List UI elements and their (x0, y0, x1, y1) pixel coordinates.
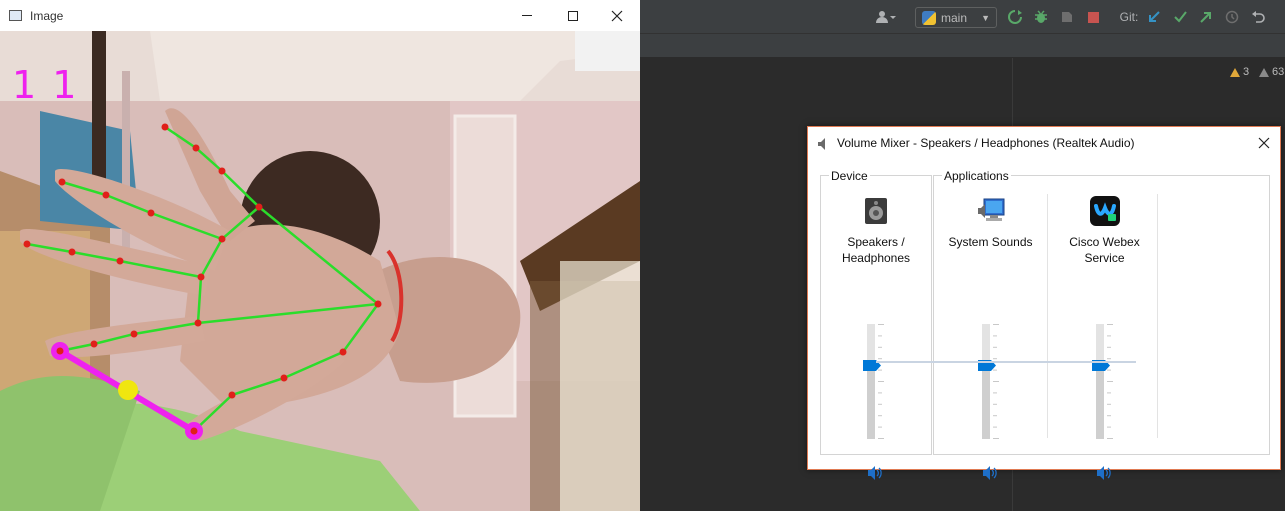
speaker-icon (818, 137, 828, 150)
close-icon (1258, 137, 1270, 149)
cisco-webex-volume-ticks (1106, 324, 1113, 439)
cisco-webex-volume-track[interactable] (1095, 324, 1104, 439)
device-volume-ticks (878, 324, 884, 439)
system-sounds-mute-button[interactable] (982, 466, 999, 480)
applications-group: Applications System Sounds Cisco Webex S… (933, 169, 1270, 480)
rerun-icon[interactable] (1006, 8, 1024, 26)
cisco-webex-volume-fill (1095, 363, 1104, 439)
app-name-line2: Service (1084, 251, 1125, 265)
master-volume-link-line (876, 361, 1136, 363)
warnings-indicator[interactable]: 3 (1230, 66, 1249, 78)
coverage-icon[interactable] (1058, 8, 1076, 26)
system-sounds-icon[interactable] (976, 196, 1006, 226)
volume-mixer-title: Volume Mixer - Speakers / Headphones (Re… (837, 136, 1135, 150)
image-window-titlebar[interactable]: Image (0, 0, 640, 31)
app-name-cisco-webex: Cisco Webex Service (1048, 234, 1161, 266)
app-column-system-sounds: System Sounds (934, 176, 1047, 480)
history-icon[interactable] (1222, 8, 1242, 26)
image-window: Image 1 1 (0, 0, 640, 511)
volume-mixer-window: Volume Mixer - Speakers / Headphones (Re… (807, 126, 1281, 480)
volume-icon (1096, 466, 1111, 480)
git-push-icon[interactable] (1196, 8, 1216, 26)
warning-icon (1230, 67, 1240, 77)
device-name: Speakers / Headphones (821, 234, 931, 266)
device-volume-thumb[interactable] (863, 358, 881, 372)
device-mute-button[interactable] (868, 466, 884, 480)
minimize-button[interactable] (504, 0, 550, 31)
device-name-line1: Speakers / (847, 235, 905, 249)
stop-icon[interactable] (1084, 8, 1102, 26)
app-name-line1: Cisco Webex (1069, 235, 1140, 249)
git-commit-icon[interactable] (1170, 8, 1190, 26)
window-icon (9, 10, 22, 21)
chevron-down-icon: ▼ (981, 12, 990, 23)
git-label: Git: (1119, 10, 1139, 24)
maximize-icon (568, 10, 578, 21)
ide-toolbar: main ▼ Git: (640, 0, 1285, 34)
device-column: Speakers / Headphones (821, 176, 931, 480)
system-sounds-volume-thumb[interactable] (977, 358, 996, 372)
column-divider (1157, 194, 1158, 438)
rollback-icon[interactable] (1248, 8, 1268, 26)
camera-frame: 1 1 (0, 31, 640, 511)
cisco-webex-mute-button[interactable] (1096, 466, 1113, 480)
image-window-title: Image (30, 8, 64, 23)
close-button[interactable] (594, 0, 640, 31)
app-name-system-sounds: System Sounds (934, 234, 1047, 250)
cisco-webex-icon[interactable] (1089, 196, 1120, 226)
volume-icon (868, 466, 882, 480)
finger-count-label: 1 1 (12, 63, 79, 107)
minimize-icon (522, 15, 532, 16)
branch-selector[interactable]: main ▼ (915, 7, 997, 28)
debug-icon[interactable] (1032, 8, 1050, 26)
system-sounds-volume-ticks (992, 324, 999, 439)
camera-image (0, 31, 640, 511)
device-name-line2: Headphones (841, 251, 911, 265)
device-volume-track[interactable] (867, 324, 875, 439)
close-icon (611, 10, 623, 21)
app-name-line1: System Sounds (948, 235, 1033, 249)
git-update-icon[interactable] (1144, 8, 1164, 26)
volume-icon (982, 466, 997, 480)
cisco-webex-volume-thumb[interactable] (1091, 358, 1110, 372)
python-icon (922, 10, 936, 25)
weak-warnings-indicator[interactable]: 63 (1259, 66, 1284, 78)
device-volume-fill (867, 363, 875, 439)
user-icon[interactable] (872, 8, 900, 26)
volume-mixer-titlebar[interactable]: Volume Mixer - Speakers / Headphones (Re… (808, 127, 1280, 159)
app-column-cisco-webex: Cisco Webex Service (1048, 176, 1161, 480)
warnings-count: 3 (1243, 66, 1250, 78)
speaker-device-icon[interactable] (861, 196, 891, 226)
maximize-button[interactable] (550, 0, 596, 31)
system-sounds-volume-track[interactable] (981, 324, 990, 439)
branch-label: main (941, 10, 968, 25)
system-sounds-volume-fill (981, 363, 990, 439)
ide-tab-strip (640, 34, 1285, 58)
mixer-body: Device Speakers / Headphones Application… (820, 169, 1270, 480)
device-group: Device Speakers / Headphones (820, 169, 932, 480)
weak-warning-icon (1259, 67, 1269, 77)
weak-warnings-count: 63 (1272, 66, 1285, 78)
close-button[interactable] (1252, 131, 1276, 155)
